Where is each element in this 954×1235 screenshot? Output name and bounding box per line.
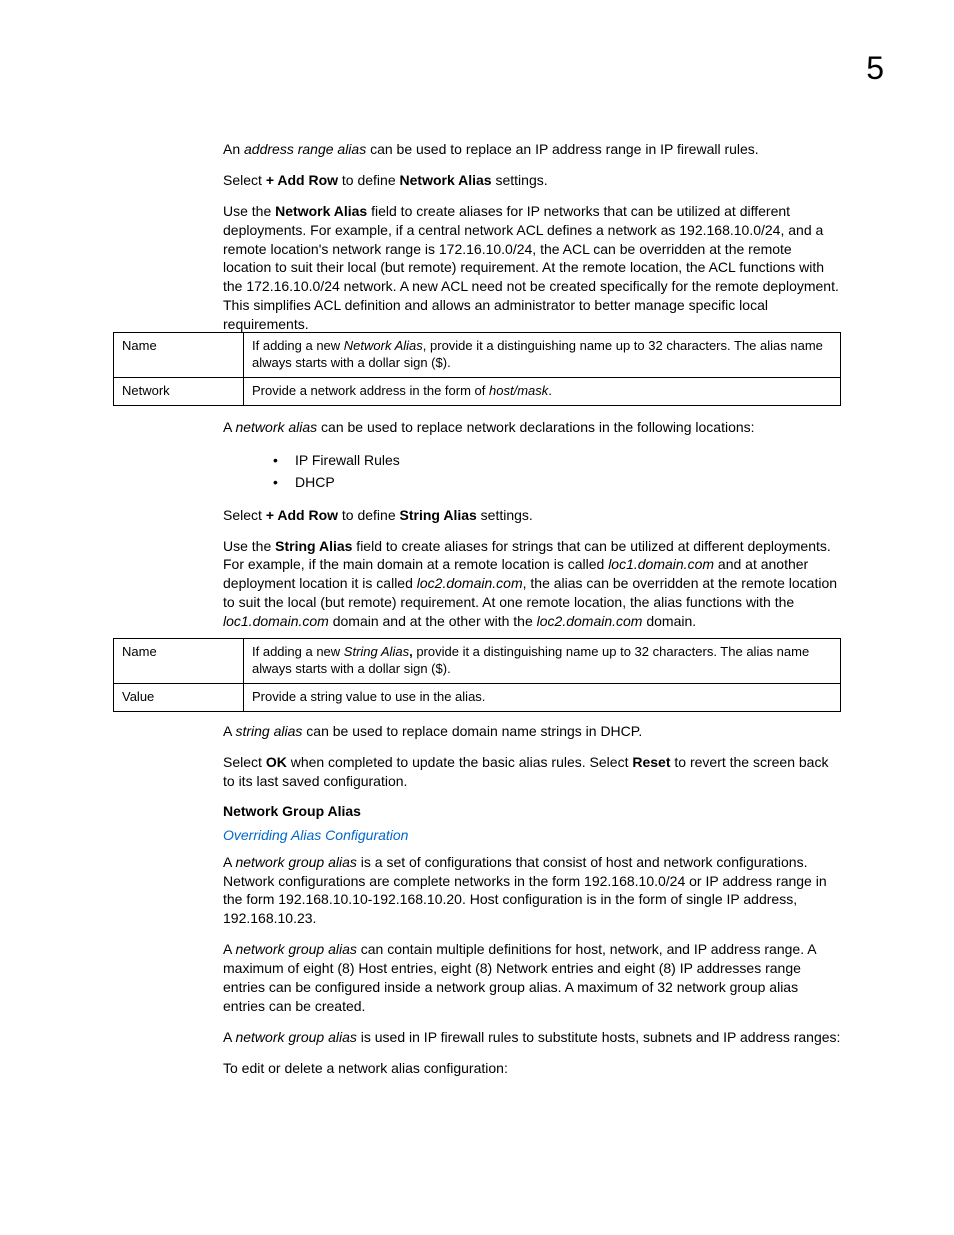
paragraph-network-alias-usage: A network alias can be used to replace n… [223,418,843,437]
paragraph-edit-delete: To edit or delete a network alias config… [223,1059,843,1078]
cell-value-value: Provide a string value to use in the ali… [244,683,841,711]
paragraph-ng-alias-usage: A network group alias is used in IP fire… [223,1028,843,1047]
paragraph-network-alias-desc: Use the Network Alias field to create al… [223,202,843,334]
link-overriding-alias[interactable]: Overriding Alias Configuration [223,827,843,843]
list-item: IP Firewall Rules [295,449,843,471]
page-number: 5 [866,50,884,87]
list-item: DHCP [295,471,843,493]
cell-value-name: If adding a new String Alias, provide it… [244,639,841,684]
body-content-2: A network alias can be used to replace n… [223,418,843,643]
paragraph-string-alias-usage: A string alias can be used to replace do… [223,722,843,741]
paragraph-add-row-network: Select + Add Row to define Network Alias… [223,171,843,190]
table-network-alias: Name If adding a new Network Alias, prov… [113,332,841,420]
table-string-alias: Name If adding a new String Alias, provi… [113,638,841,726]
heading-network-group-alias: Network Group Alias [223,803,843,819]
table-row: Network Provide a network address in the… [114,377,841,405]
paragraph-ng-alias-limits: A network group alias can contain multip… [223,940,843,1016]
cell-label-network: Network [114,377,244,405]
paragraph-ok-reset: Select OK when completed to update the b… [223,753,843,791]
paragraph-string-alias-desc: Use the String Alias field to create ali… [223,537,843,631]
body-content: An address range alias can be used to re… [223,140,843,346]
table-row: Value Provide a string value to use in t… [114,683,841,711]
table-row: Name If adding a new String Alias, provi… [114,639,841,684]
cell-value-name: If adding a new Network Alias, provide i… [244,333,841,378]
cell-value-network: Provide a network address in the form of… [244,377,841,405]
table-row: Name If adding a new Network Alias, prov… [114,333,841,378]
paragraph-add-row-string: Select + Add Row to define String Alias … [223,506,843,525]
list-network-locations: IP Firewall Rules DHCP [295,449,843,494]
body-content-3: A string alias can be used to replace do… [223,722,843,1090]
cell-label-name: Name [114,333,244,378]
cell-label-value: Value [114,683,244,711]
paragraph-ng-alias-desc: A network group alias is a set of config… [223,853,843,929]
cell-label-name: Name [114,639,244,684]
paragraph-address-range: An address range alias can be used to re… [223,140,843,159]
